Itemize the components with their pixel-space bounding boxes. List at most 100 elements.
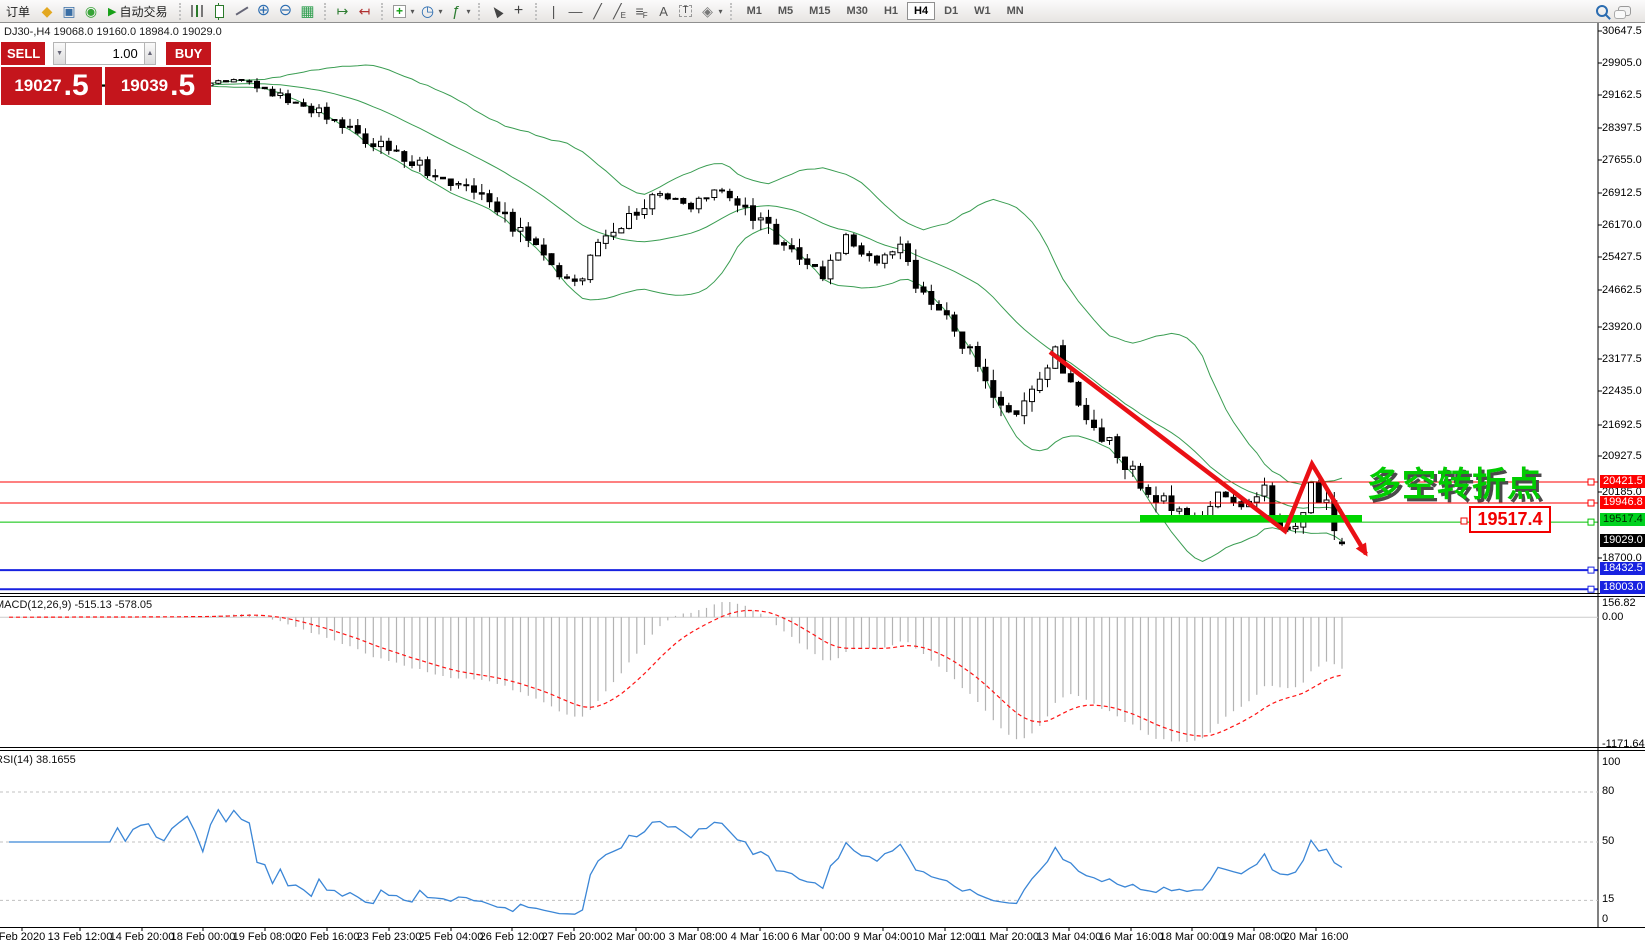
time-axis-label: 4 Mar 16:00	[731, 931, 790, 943]
zoom-in-icon[interactable]: ⊕	[255, 2, 273, 20]
indicator-axis-label: 15	[1602, 893, 1614, 905]
autotrade-play-icon: ▶	[108, 5, 116, 18]
indicator-axis-label: -1171.64	[1602, 738, 1645, 750]
price-tag-19029.0: 19029.0	[1600, 534, 1645, 547]
indicators-icon[interactable]: ƒ	[447, 2, 465, 20]
time-axis-label: 16 Mar 16:00	[1099, 931, 1164, 943]
time-axis-label: 6 Mar 00:00	[792, 931, 851, 943]
timeframe-button-M15[interactable]: M15	[802, 2, 837, 20]
period-clock-icon[interactable]: ◷	[419, 2, 437, 20]
search-icon[interactable]	[1593, 2, 1611, 20]
timeframe-button-M5[interactable]: M5	[771, 2, 800, 20]
time-axis-label: Feb 2020	[0, 931, 45, 943]
bar-chart-icon[interactable]	[189, 2, 207, 20]
timeframe-button-M1[interactable]: M1	[740, 2, 769, 20]
signals-icon[interactable]: ◉	[82, 2, 100, 20]
new-chart-icon[interactable]: +	[391, 2, 409, 20]
line-chart-icon[interactable]	[233, 2, 251, 20]
indicator-axis-label: 80	[1602, 785, 1614, 797]
text-tool-icon[interactable]: A	[655, 2, 673, 20]
chat-icon[interactable]	[1615, 2, 1633, 20]
price-level-annotation-label[interactable]: 19517.4	[1469, 506, 1551, 533]
time-axis-label: 13 Feb 12:00	[48, 931, 113, 943]
chart-shift-icon[interactable]: ↤	[356, 2, 374, 20]
market-watch-icon[interactable]: ▣	[60, 2, 78, 20]
price-tag-18003.0: 18003.0	[1600, 581, 1645, 594]
time-axis-label: 25 Feb 04:00	[419, 931, 484, 943]
indicator-axis-label: 156.82	[1602, 597, 1636, 609]
buy-price-main: 19039	[121, 76, 168, 96]
auto-scroll-icon[interactable]: ↦	[334, 2, 352, 20]
indicator-axis-label: 0	[1602, 913, 1608, 925]
period-dropdown-icon[interactable]: ▾	[439, 7, 443, 16]
timeframe-button-D1[interactable]: D1	[937, 2, 965, 20]
shapes-tool-icon[interactable]: ◈	[699, 2, 717, 20]
price-axis-label: 26170.0	[1602, 219, 1642, 231]
time-axis-label: 2 Mar 00:00	[607, 931, 666, 943]
autotrade-button[interactable]: ▶ 自动交易	[104, 2, 171, 21]
price-axis-label: 27655.0	[1602, 154, 1642, 166]
zoom-out-icon[interactable]: ⊖	[277, 2, 295, 20]
macd-indicator-label: MACD(12,26,9) -515.13 -578.05	[0, 599, 152, 611]
price-axis-label: 29905.0	[1602, 57, 1642, 69]
sell-price-main: 19027	[14, 76, 61, 96]
one-click-trading-panel: SELL ▼ ▲ BUY 19027 .5 19039 .5	[1, 42, 211, 105]
toolbar: 订单 ◆ ▣ ◉ ▶ 自动交易 ⊕ ⊖ ▦ ↦ ↤ + ▾ ◷ ▾ ƒ ▾ + …	[0, 0, 1645, 23]
toolbar-separator	[730, 3, 733, 20]
time-axis-label: 10 Mar 12:00	[913, 931, 978, 943]
time-axis-label: 26 Feb 12:00	[480, 931, 545, 943]
cursor-icon[interactable]	[488, 2, 506, 20]
new-chart-dropdown-icon[interactable]: ▾	[411, 7, 415, 16]
fibonacci-tool-icon[interactable]: ≡F	[633, 2, 651, 20]
price-axis-label: 30647.5	[1602, 25, 1642, 37]
timeframe-button-W1[interactable]: W1	[967, 2, 998, 20]
sell-price[interactable]: 19027 .5	[1, 67, 102, 105]
time-axis-label: 18 Feb 00:00	[171, 931, 236, 943]
tile-windows-icon[interactable]: ▦	[299, 2, 317, 20]
text-label-tool-icon[interactable]: T	[677, 2, 695, 20]
indicator-axis-label: 0.00	[1602, 611, 1623, 623]
candlestick-chart-icon[interactable]	[211, 2, 229, 20]
time-axis-label: 3 Mar 08:00	[669, 931, 728, 943]
sell-button[interactable]: SELL	[1, 42, 45, 65]
price-axis-label: 20927.5	[1602, 450, 1642, 462]
buy-button[interactable]: BUY	[166, 42, 211, 65]
crosshair-icon[interactable]: +	[510, 2, 528, 20]
support-highlight-bar[interactable]	[1140, 515, 1362, 522]
trendline-tool-icon[interactable]: ╱	[589, 2, 607, 20]
new-order-icon[interactable]: ◆	[38, 2, 56, 20]
channel-tool-icon[interactable]: ╱E	[611, 2, 629, 20]
toolbar-separator	[324, 3, 327, 20]
timeframe-button-H4[interactable]: H4	[907, 2, 935, 20]
indicators-dropdown-icon[interactable]: ▾	[467, 7, 471, 16]
volume-increase-button[interactable]: ▲	[144, 42, 156, 65]
new-order-button[interactable]: 订单	[2, 2, 34, 21]
price-axis-label: 25427.5	[1602, 251, 1642, 263]
time-axis-label: 9 Mar 04:00	[854, 931, 913, 943]
toolbar-separator	[535, 3, 538, 20]
vertical-line-tool-icon[interactable]: |	[545, 2, 563, 20]
timeframe-button-H1[interactable]: H1	[877, 2, 905, 20]
turning-point-annotation-text[interactable]: 多空转折点	[1367, 457, 1542, 506]
time-axis-label: 19 Feb 08:00	[233, 931, 298, 943]
price-axis-label: 21692.5	[1602, 419, 1642, 431]
price-axis-label: 24662.5	[1602, 284, 1642, 296]
indicator-axis-label: 50	[1602, 835, 1614, 847]
trading-app-window: 订单 ◆ ▣ ◉ ▶ 自动交易 ⊕ ⊖ ▦ ↦ ↤ + ▾ ◷ ▾ ƒ ▾ + …	[0, 0, 1645, 950]
indicator-axis-label: 100	[1602, 756, 1620, 768]
time-axis-label: 20 Feb 16:00	[295, 931, 360, 943]
time-axis-label: 20 Mar 16:00	[1284, 931, 1349, 943]
time-axis-label: 27 Feb 20:00	[542, 931, 607, 943]
buy-price[interactable]: 19039 .5	[105, 67, 211, 105]
volume-decrease-button[interactable]: ▼	[53, 42, 65, 65]
volume-input[interactable]	[66, 42, 144, 65]
rsi-indicator-label: RSI(14) 38.1655	[0, 754, 76, 766]
price-axis-label: 22435.0	[1602, 385, 1642, 397]
timeframe-button-MN[interactable]: MN	[1000, 2, 1031, 20]
price-tag-20421.5: 20421.5	[1600, 475, 1645, 488]
annotation-anchor-square[interactable]	[1461, 518, 1467, 524]
horizontal-line-tool-icon[interactable]: —	[567, 2, 585, 20]
timeframe-button-M30[interactable]: M30	[840, 2, 875, 20]
shapes-dropdown-icon[interactable]: ▾	[719, 7, 723, 16]
toolbar-separator	[179, 3, 182, 20]
